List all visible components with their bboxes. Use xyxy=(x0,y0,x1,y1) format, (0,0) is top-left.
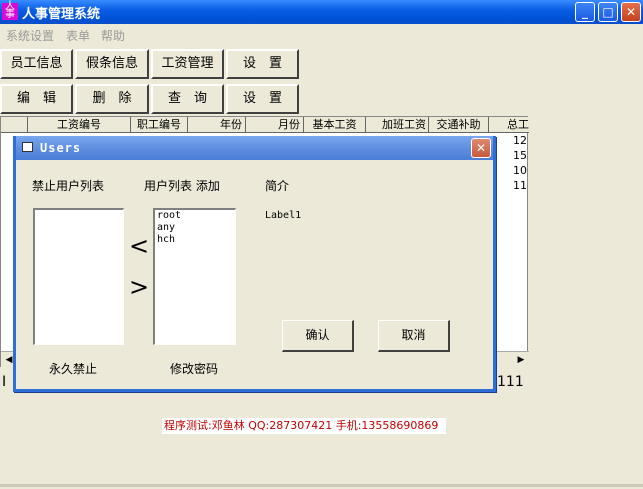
settings-button-row1[interactable]: 设 置 xyxy=(226,49,299,79)
dialog-close-icon[interactable]: ✕ xyxy=(471,138,491,158)
salary-management-button[interactable]: 工资管理 xyxy=(151,49,224,79)
grid-footer-left: I xyxy=(2,374,7,390)
list-item[interactable]: root xyxy=(155,210,235,222)
app-icon: 人事 xyxy=(2,2,18,20)
change-password-button[interactable]: 修改密码 xyxy=(170,360,218,377)
minimize-icon[interactable]: _ xyxy=(575,2,595,22)
leave-info-button[interactable]: 假条信息 xyxy=(75,49,149,79)
dialog-title-bar[interactable] xyxy=(16,136,493,160)
menu-bar xyxy=(0,24,643,44)
col-transport[interactable]: 交通补助 xyxy=(429,117,489,133)
intro-label: 简介 xyxy=(265,179,290,193)
banned-users-list[interactable] xyxy=(33,208,124,345)
users-dialog: Users ✕ 禁止用户列表 用户列表 添加 简介 Label1 < > roo… xyxy=(13,136,496,392)
close-icon[interactable]: ✕ xyxy=(621,2,641,22)
col-employee-id[interactable]: 职工编号 xyxy=(131,117,188,133)
menu-forms[interactable]: 表单 xyxy=(66,27,90,44)
confirm-button[interactable]: 确认 xyxy=(282,320,354,352)
window-icon xyxy=(22,142,33,152)
delete-button[interactable]: 删 除 xyxy=(75,84,149,114)
employee-info-button[interactable]: 员工信息 xyxy=(0,49,73,79)
col-overtime[interactable]: 加班工资 xyxy=(366,117,429,133)
info-label: Label1 xyxy=(265,210,302,221)
edit-button[interactable]: 编 辑 xyxy=(0,84,73,114)
col-total[interactable]: 总工 xyxy=(489,117,529,133)
bottom-divider xyxy=(0,484,643,487)
list-item[interactable]: any xyxy=(155,222,235,234)
settings-button-row2[interactable]: 设 置 xyxy=(226,84,299,114)
query-button[interactable]: 查 询 xyxy=(151,84,224,114)
col-year[interactable]: 年份 xyxy=(188,117,246,133)
grid-footer-right: 111 xyxy=(497,374,524,390)
users-label: 用户列表 添加 xyxy=(144,179,220,193)
scroll-right-icon[interactable]: ▶ xyxy=(515,354,527,367)
col-month[interactable]: 月份 xyxy=(246,117,304,133)
move-left-button[interactable]: < xyxy=(129,234,149,258)
users-list[interactable]: root any hch xyxy=(153,208,236,345)
grid-cell-total[interactable]: 10 xyxy=(507,164,527,177)
menu-system-settings[interactable]: 系统设置 xyxy=(6,27,54,44)
app-title: 人事管理系统 xyxy=(22,7,101,22)
grid-corner xyxy=(1,117,28,133)
col-base-salary[interactable]: 基本工资 xyxy=(304,117,366,133)
list-item[interactable]: hch xyxy=(155,234,235,246)
status-text: 程序测试:邓鱼林 QQ:287307421 手机:13558690869 xyxy=(162,418,446,434)
grid-cell-total[interactable]: 12 xyxy=(507,134,527,147)
menu-help[interactable]: 帮助 xyxy=(101,27,125,44)
col-salary-id[interactable]: 工资编号 xyxy=(28,117,131,133)
dialog-title: Users xyxy=(40,141,82,155)
move-right-button[interactable]: > xyxy=(129,275,149,299)
grid-header: 工资编号 职工编号 年份 月份 基本工资 加班工资 交通补助 总工 xyxy=(1,117,529,133)
grid-cell-total[interactable]: 15 xyxy=(507,149,527,162)
maximize-icon[interactable]: □ xyxy=(598,2,618,22)
cancel-button[interactable]: 取消 xyxy=(378,320,450,352)
grid-cell-total[interactable]: 11 xyxy=(507,179,527,192)
banned-users-label: 禁止用户列表 xyxy=(32,179,105,193)
permanent-ban-button[interactable]: 永久禁止 xyxy=(49,360,97,377)
